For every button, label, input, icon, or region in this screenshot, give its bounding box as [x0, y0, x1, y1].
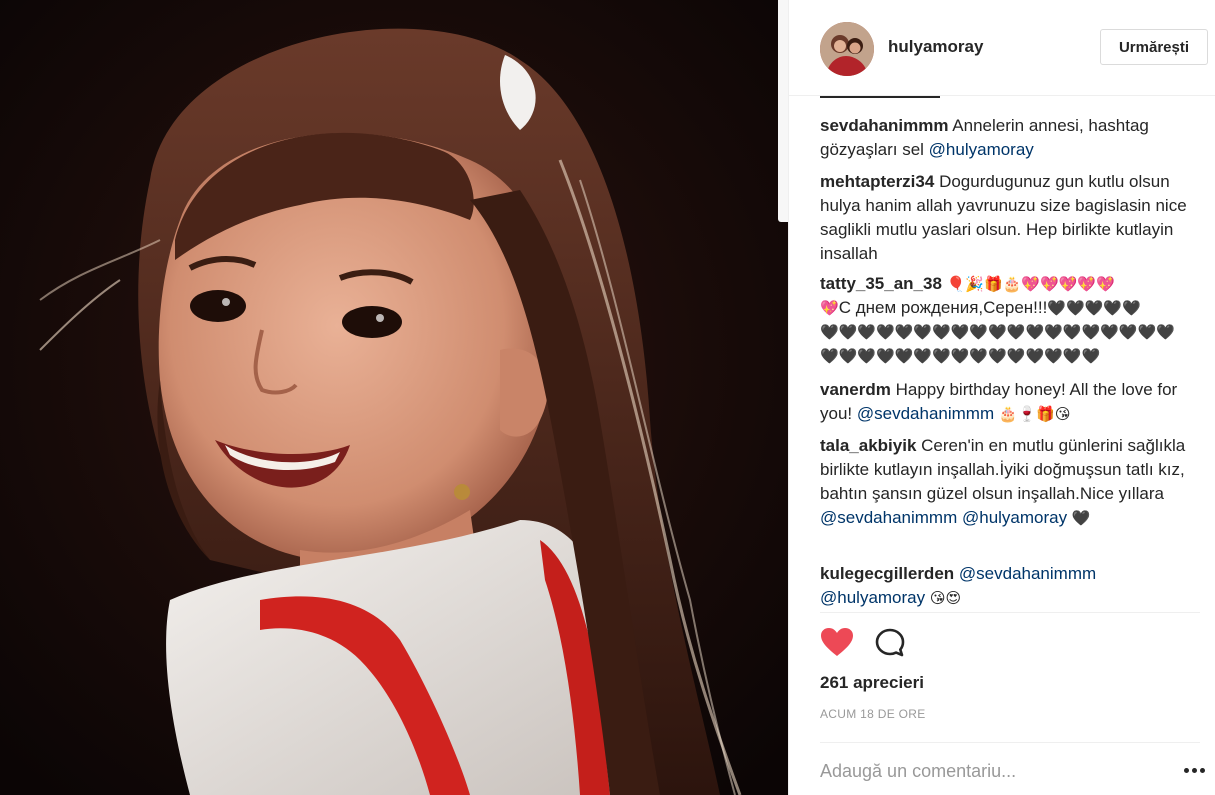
- list-item: kulegecgillerden @sevdahanimmm @hulyamor…: [820, 562, 1190, 610]
- post-photo[interactable]: [0, 0, 788, 795]
- comment-emojis: 🎂🍷🎁😘: [998, 405, 1071, 423]
- photo-illustration: [0, 0, 788, 795]
- comment-mention[interactable]: @sevdahanimmm: [959, 564, 1096, 583]
- post-header: hulyamoray Urmărești: [789, 0, 1215, 96]
- list-item: vanerdm Happy birthday honey! All the lo…: [820, 378, 1190, 426]
- divider: [820, 612, 1200, 613]
- comment-username[interactable]: mehtapterzi34: [820, 172, 934, 191]
- comment-username[interactable]: vanerdm: [820, 380, 891, 399]
- comment-username[interactable]: tala_akbiyik: [820, 436, 916, 455]
- comment-mention[interactable]: @sevdahanimmm: [857, 404, 994, 423]
- heart-emojis: 🖤🖤🖤🖤🖤: [1047, 299, 1141, 317]
- comment-button[interactable]: [874, 627, 908, 659]
- comment-emojis: 💖: [820, 299, 839, 317]
- avatar-photo-icon: [820, 22, 874, 76]
- photo-scrollbar[interactable]: [778, 0, 788, 222]
- heart-emojis: 🖤🖤🖤🖤🖤🖤🖤🖤🖤🖤🖤🖤🖤🖤🖤: [820, 347, 1101, 365]
- post-timestamp: ACUM 18 DE ORE: [820, 707, 926, 721]
- list-item: sevdahanimmm Annelerin annesi, hashtag g…: [820, 114, 1190, 162]
- comment-emojis: 🎈🎉🎁🎂💖💖💖💖💖: [946, 275, 1115, 293]
- speech-bubble-icon: [875, 628, 905, 657]
- post-username[interactable]: hulyamoray: [888, 37, 983, 57]
- comment-username[interactable]: sevdahanimmm: [820, 116, 949, 135]
- following-button[interactable]: Urmărești: [1100, 29, 1208, 65]
- heart-emojis: 🖤🖤🖤🖤🖤🖤🖤🖤🖤🖤🖤🖤🖤🖤🖤🖤🖤🖤🖤: [820, 323, 1175, 341]
- post-details-panel: hulyamoray Urmărești sevdahanimmm Annele…: [788, 0, 1215, 795]
- list-item: tatty_35_an_38 🎈🎉🎁🎂💖💖💖💖💖 💖С днем рождени…: [820, 272, 1190, 368]
- likes-count[interactable]: 261 aprecieri: [820, 673, 924, 693]
- comment-username[interactable]: tatty_35_an_38: [820, 274, 942, 293]
- heart-icon: [821, 628, 853, 656]
- comment-mention[interactable]: @hulyamoray: [929, 140, 1034, 159]
- comment-input[interactable]: [820, 758, 1150, 784]
- comment-emojis: 😘😍: [929, 589, 962, 607]
- divider: [820, 742, 1200, 743]
- comments-list[interactable]: sevdahanimmm Annelerin annesi, hashtag g…: [820, 96, 1200, 612]
- like-button[interactable]: [820, 627, 856, 659]
- avatar[interactable]: [820, 22, 874, 76]
- comment-mention[interactable]: @hulyamoray: [962, 508, 1067, 527]
- comment-username[interactable]: kulegecgillerden: [820, 564, 954, 583]
- comment-text: С днем рождения,Серен!!!: [838, 298, 1048, 317]
- list-item: tala_akbiyik Ceren'in en mutlu günlerini…: [820, 434, 1190, 530]
- comment-mention[interactable]: @sevdahanimmm: [820, 508, 957, 527]
- comment-mention[interactable]: @hulyamoray: [820, 588, 925, 607]
- more-options-icon[interactable]: [1184, 760, 1208, 780]
- clipped-comment: [820, 96, 955, 101]
- comment-emojis: 🖤: [1071, 509, 1091, 527]
- list-item: mehtapterzi34 Dogurdugunuz gun kutlu ols…: [820, 170, 1190, 266]
